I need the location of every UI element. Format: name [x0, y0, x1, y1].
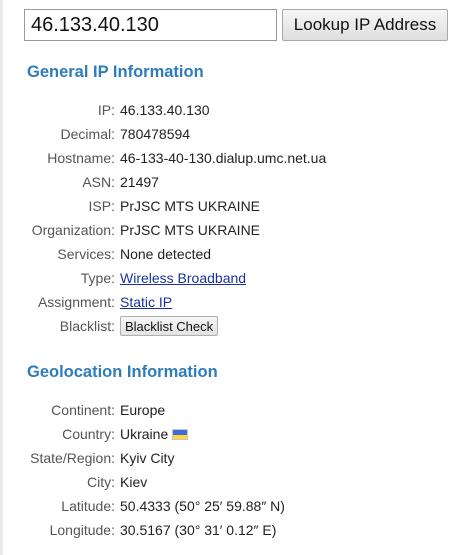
decimal-row: Decimal: 780478594: [0, 122, 457, 146]
flag-ukraine-icon: [172, 429, 189, 440]
services-label: Services:: [57, 246, 115, 262]
services-value: None detected: [120, 246, 212, 262]
continent-value: Europe: [120, 402, 166, 418]
general-info-heading: General IP Information: [27, 63, 204, 81]
latitude-value: 50.4333 (50° 25′ 59.88″ N): [120, 498, 285, 514]
assignment-row: Assignment: Static IP: [0, 290, 457, 314]
hostname-row: Hostname: 46-133-40-130.dialup.umc.net.u…: [0, 146, 457, 170]
country-row: Country: Ukraine: [0, 422, 457, 446]
assignment-value: Static IP: [120, 290, 172, 314]
organization-row: Organization: PrJSC MTS UKRAINE: [0, 218, 457, 242]
asn-label: ASN:: [82, 174, 115, 190]
type-link[interactable]: Wireless Broadband: [120, 270, 246, 286]
flag-yellow-stripe: [173, 434, 188, 439]
city-label: City:: [87, 474, 115, 490]
ip-label: IP:: [97, 102, 115, 118]
hostname-value: 46-133-40-130.dialup.umc.net.ua: [120, 150, 327, 166]
asn-row: ASN: 21497: [0, 170, 457, 194]
type-value: Wireless Broadband: [120, 266, 246, 290]
blacklist-label: Blacklist:: [59, 318, 115, 334]
state-region-row: State/Region: Kyiv City: [0, 446, 457, 470]
ip-address-input[interactable]: [24, 9, 277, 41]
isp-label: ISP:: [88, 198, 115, 214]
organization-label: Organization:: [31, 222, 115, 238]
latitude-label: Latitude:: [61, 498, 115, 514]
latitude-row: Latitude: 50.4333 (50° 25′ 59.88″ N): [0, 494, 457, 518]
country-label: Country:: [62, 426, 115, 442]
longitude-label: Longitude:: [49, 522, 115, 538]
ip-row: IP: 46.133.40.130: [0, 98, 457, 122]
isp-value: PrJSC MTS UKRAINE: [120, 198, 261, 214]
lookup-ip-button[interactable]: Lookup IP Address: [282, 9, 448, 41]
geolocation-info-table: Continent: Europe Country: Ukraine State…: [0, 398, 457, 542]
continent-label: Continent:: [51, 402, 115, 418]
type-label: Type:: [80, 270, 115, 286]
blacklist-value: Blacklist Check: [120, 314, 219, 338]
assignment-link[interactable]: Static IP: [120, 294, 172, 310]
country-value: Ukraine: [120, 426, 169, 442]
general-info-table: IP: 46.133.40.130 Decimal: 780478594 Hos…: [0, 98, 457, 338]
longitude-value: 30.5167 (30° 31′ 0.12″ E): [120, 522, 277, 538]
blacklist-row: Blacklist: Blacklist Check: [0, 314, 457, 338]
state-region-label: State/Region:: [30, 450, 115, 466]
decimal-value: 780478594: [120, 126, 191, 142]
services-row: Services: None detected: [0, 242, 457, 266]
country-value-wrap: Ukraine: [120, 422, 189, 446]
assignment-label: Assignment:: [37, 294, 115, 310]
city-value: Kiev: [120, 474, 148, 490]
hostname-label: Hostname:: [47, 150, 115, 166]
organization-value: PrJSC MTS UKRAINE: [120, 222, 261, 238]
asn-value: 21497: [120, 174, 159, 190]
isp-row: ISP: PrJSC MTS UKRAINE: [0, 194, 457, 218]
decimal-label: Decimal:: [60, 126, 115, 142]
city-row: City: Kiev: [0, 470, 457, 494]
longitude-row: Longitude: 30.5167 (30° 31′ 0.12″ E): [0, 518, 457, 542]
geolocation-info-heading: Geolocation Information: [27, 363, 218, 381]
state-region-value: Kyiv City: [120, 450, 175, 466]
continent-row: Continent: Europe: [0, 398, 457, 422]
blacklist-check-button[interactable]: Blacklist Check: [120, 316, 219, 337]
ip-value: 46.133.40.130: [120, 102, 210, 118]
ip-lookup-form: Lookup IP Address: [24, 9, 452, 41]
type-row: Type: Wireless Broadband: [0, 266, 457, 290]
